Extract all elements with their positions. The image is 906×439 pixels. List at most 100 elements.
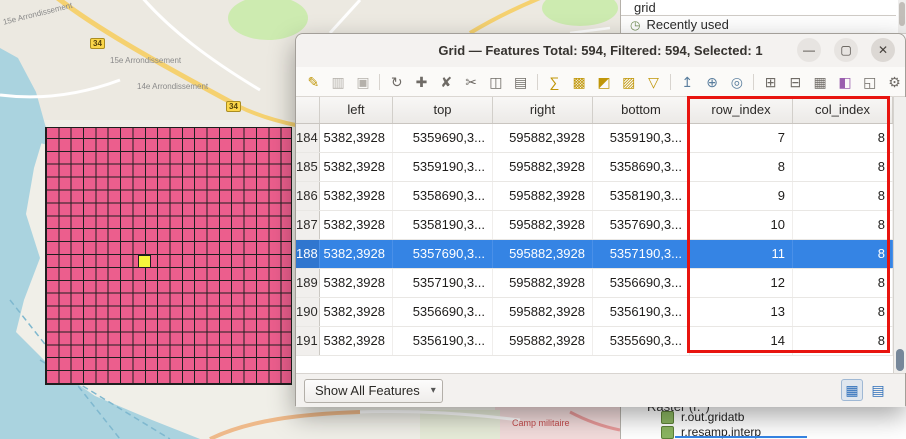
invert-selection-icon[interactable]: ◩ bbox=[594, 71, 615, 93]
cell-row-index[interactable]: 9 bbox=[690, 182, 793, 210]
minimize-button[interactable]: — bbox=[797, 38, 821, 62]
delete-field-icon[interactable]: ⊟ bbox=[785, 71, 806, 93]
table-row[interactable]: 185 5382,3928 5359190,3... 595882,3928 5… bbox=[296, 153, 893, 182]
cell-left[interactable]: 5382,3928 bbox=[320, 240, 393, 268]
cell-col-index[interactable]: 8 bbox=[793, 211, 893, 239]
row-number[interactable]: 184 bbox=[296, 124, 320, 152]
cell-col-index[interactable]: 8 bbox=[793, 153, 893, 181]
cell-top[interactable]: 5358190,3... bbox=[393, 211, 493, 239]
cell-right[interactable]: 595882,3928 bbox=[493, 327, 593, 355]
row-number[interactable]: 188 bbox=[296, 240, 320, 268]
cell-right[interactable]: 595882,3928 bbox=[493, 182, 593, 210]
column-header-left[interactable]: left bbox=[320, 97, 393, 123]
actions-icon[interactable]: ⚙ bbox=[884, 71, 905, 93]
cell-right[interactable]: 595882,3928 bbox=[493, 269, 593, 297]
cell-bottom[interactable]: 5358190,3... bbox=[593, 182, 690, 210]
cell-col-index[interactable]: 8 bbox=[793, 240, 893, 268]
row-number[interactable]: 186 bbox=[296, 182, 320, 210]
conditional-format-icon[interactable]: ◧ bbox=[835, 71, 856, 93]
toolbox-item-r-out-gridatb[interactable]: r.out.gridatb bbox=[661, 410, 744, 424]
column-header-col-index[interactable]: col_index bbox=[793, 97, 893, 123]
pan-to-selection-icon[interactable]: ⊕ bbox=[702, 71, 723, 93]
row-number[interactable]: 185 bbox=[296, 153, 320, 181]
filter-form-icon[interactable]: ▽ bbox=[643, 71, 664, 93]
form-view-icon[interactable]: ▤ bbox=[867, 379, 889, 401]
select-all-icon[interactable]: ▩ bbox=[569, 71, 590, 93]
cell-top[interactable]: 5359690,3... bbox=[393, 124, 493, 152]
cell-bottom[interactable]: 5357190,3... bbox=[593, 240, 690, 268]
move-selection-top-icon[interactable]: ↥ bbox=[677, 71, 698, 93]
cell-left[interactable]: 5382,3928 bbox=[320, 182, 393, 210]
cell-col-index[interactable]: 8 bbox=[793, 124, 893, 152]
table-view-icon[interactable]: ▦ bbox=[841, 379, 863, 401]
cell-bottom[interactable]: 5359190,3... bbox=[593, 124, 690, 152]
table-row[interactable]: 189 5382,3928 5357190,3... 595882,3928 5… bbox=[296, 269, 893, 298]
window-titlebar[interactable]: Grid — Features Total: 594, Filtered: 59… bbox=[296, 34, 905, 68]
delete-selected-icon[interactable]: ✘ bbox=[436, 71, 457, 93]
zoom-to-selection-icon[interactable]: ◎ bbox=[726, 71, 747, 93]
cell-right[interactable]: 595882,3928 bbox=[493, 153, 593, 181]
toolbox-search-input[interactable]: grid bbox=[621, 0, 896, 16]
cell-left[interactable]: 5382,3928 bbox=[320, 269, 393, 297]
reload-table-icon[interactable]: ↻ bbox=[386, 71, 407, 93]
cell-right[interactable]: 595882,3928 bbox=[493, 124, 593, 152]
cell-right[interactable]: 595882,3928 bbox=[493, 211, 593, 239]
table-row[interactable]: 191 5382,3928 5356190,3... 595882,3928 5… bbox=[296, 327, 893, 356]
field-calculator-icon[interactable]: ▦ bbox=[810, 71, 831, 93]
cell-left[interactable]: 5382,3928 bbox=[320, 124, 393, 152]
toolbox-scrollbar[interactable] bbox=[898, 0, 906, 33]
cell-top[interactable]: 5359190,3... bbox=[393, 153, 493, 181]
cell-top[interactable]: 5358690,3... bbox=[393, 182, 493, 210]
cell-col-index[interactable]: 8 bbox=[793, 269, 893, 297]
cell-top[interactable]: 5356190,3... bbox=[393, 327, 493, 355]
cell-left[interactable]: 5382,3928 bbox=[320, 327, 393, 355]
cell-right[interactable]: 595882,3928 bbox=[493, 240, 593, 268]
new-field-icon[interactable]: ⊞ bbox=[760, 71, 781, 93]
deselect-all-icon[interactable]: ▨ bbox=[618, 71, 639, 93]
add-feature-icon[interactable]: ✚ bbox=[411, 71, 432, 93]
copy-icon[interactable]: ◫ bbox=[485, 71, 506, 93]
cell-col-index[interactable]: 8 bbox=[793, 327, 893, 355]
toggle-editing-icon[interactable]: ✎ bbox=[303, 71, 324, 93]
cell-bottom[interactable]: 5356690,3... bbox=[593, 269, 690, 297]
cell-top[interactable]: 5357190,3... bbox=[393, 269, 493, 297]
cell-right[interactable]: 595882,3928 bbox=[493, 298, 593, 326]
cell-row-index[interactable]: 13 bbox=[690, 298, 793, 326]
maximize-button[interactable]: ▢ bbox=[834, 38, 858, 62]
scrollbar-thumb[interactable] bbox=[896, 349, 904, 371]
table-row[interactable]: 187 5382,3928 5358190,3... 595882,3928 5… bbox=[296, 211, 893, 240]
toolbox-group-recently-used[interactable]: ◷ Recently used bbox=[621, 16, 906, 34]
cell-row-index[interactable]: 7 bbox=[690, 124, 793, 152]
table-row[interactable]: 184 5382,3928 5359690,3... 595882,3928 5… bbox=[296, 124, 893, 153]
cell-top[interactable]: 5357690,3... bbox=[393, 240, 493, 268]
table-row[interactable]: 186 5382,3928 5358690,3... 595882,3928 5… bbox=[296, 182, 893, 211]
cell-col-index[interactable]: 8 bbox=[793, 298, 893, 326]
row-number[interactable]: 189 bbox=[296, 269, 320, 297]
close-button[interactable]: ✕ bbox=[871, 38, 895, 62]
column-header-top[interactable]: top bbox=[393, 97, 493, 123]
feature-filter-button[interactable]: Show All Features ▾ bbox=[304, 379, 443, 403]
cell-row-index[interactable]: 10 bbox=[690, 211, 793, 239]
row-number[interactable]: 190 bbox=[296, 298, 320, 326]
cell-left[interactable]: 5382,3928 bbox=[320, 298, 393, 326]
column-header-right[interactable]: right bbox=[493, 97, 593, 123]
select-by-expression-icon[interactable]: ∑ bbox=[544, 71, 565, 93]
cell-bottom[interactable]: 5355690,3... bbox=[593, 327, 690, 355]
table-row[interactable]: 190 5382,3928 5356690,3... 595882,3928 5… bbox=[296, 298, 893, 327]
cell-left[interactable]: 5382,3928 bbox=[320, 211, 393, 239]
scrollbar-thumb[interactable] bbox=[899, 2, 905, 26]
column-header-bottom[interactable]: bottom bbox=[593, 97, 690, 123]
cell-row-index[interactable]: 12 bbox=[690, 269, 793, 297]
row-number[interactable]: 191 bbox=[296, 327, 320, 355]
cell-col-index[interactable]: 8 bbox=[793, 182, 893, 210]
cut-icon[interactable]: ✂ bbox=[461, 71, 482, 93]
cell-left[interactable]: 5382,3928 bbox=[320, 153, 393, 181]
multi-edit-icon[interactable]: ▥ bbox=[328, 71, 349, 93]
save-edits-icon[interactable]: ▣ bbox=[353, 71, 374, 93]
cell-row-index[interactable]: 8 bbox=[690, 153, 793, 181]
cell-bottom[interactable]: 5357690,3... bbox=[593, 211, 690, 239]
vertical-scrollbar[interactable] bbox=[893, 97, 906, 373]
dock-table-icon[interactable]: ◱ bbox=[859, 71, 880, 93]
column-header-row-index[interactable]: row_index bbox=[690, 97, 793, 123]
cell-top[interactable]: 5356690,3... bbox=[393, 298, 493, 326]
